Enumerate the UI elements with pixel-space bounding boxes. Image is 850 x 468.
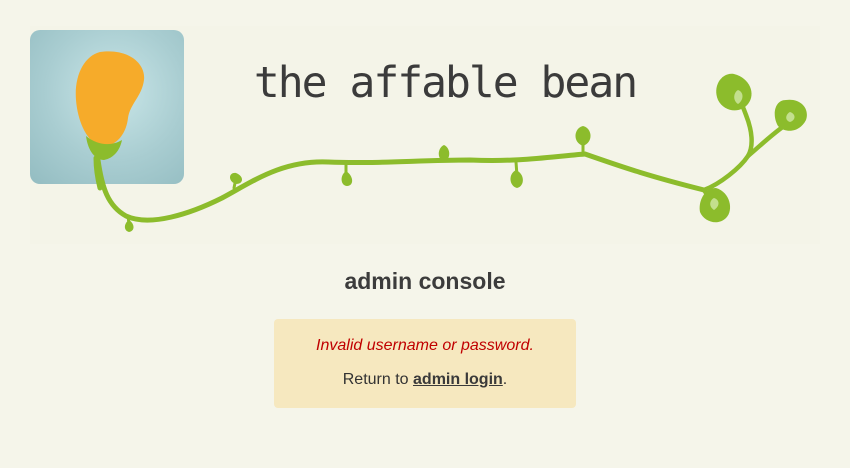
bean-logo-icon: [75, 51, 145, 191]
page-title: admin console: [344, 268, 506, 294]
login-error-box: Invalid username or password. Return to …: [274, 319, 576, 408]
return-suffix: .: [502, 371, 508, 388]
site-title[interactable]: the affable bean: [230, 58, 660, 108]
error-message: Invalid username or password.: [316, 337, 534, 354]
return-to-login-text: Return to admin login.: [274, 371, 576, 389]
return-prefix: Return to: [342, 371, 414, 388]
admin-login-link[interactable]: admin login: [413, 371, 503, 388]
header-vine-graphic: [75, 51, 807, 232]
